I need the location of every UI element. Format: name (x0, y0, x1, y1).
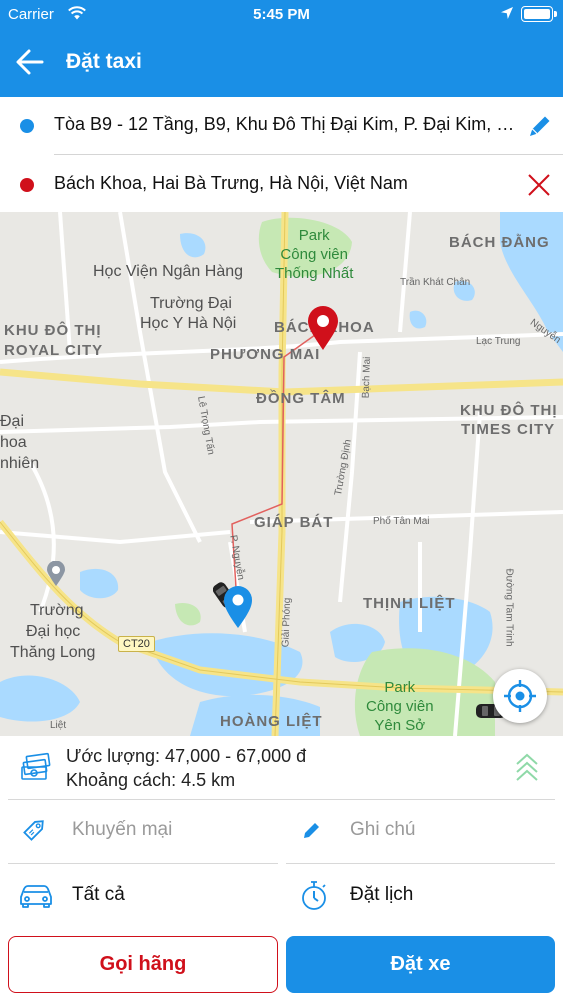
note-label: Ghi chú (350, 819, 416, 840)
map-view[interactable]: BÁCH ĐẰNG KHU ĐÔ THỊ ROYAL CITY BÁCH KHO… (0, 212, 563, 736)
page-title: Đặt taxi (66, 50, 142, 73)
car-icon (18, 879, 54, 916)
arrow-left-icon (16, 49, 44, 75)
tag-icon (20, 814, 50, 849)
schedule-label: Đặt lịch (350, 884, 414, 905)
pickup-dot-icon (20, 119, 34, 133)
poi-marker-icon (46, 560, 66, 592)
call-company-button[interactable]: Gọi hãng (8, 936, 278, 993)
status-bar: Carrier 5:45 PM (0, 0, 563, 30)
map-label-district: ĐỒNG TÂM (256, 390, 346, 407)
map-label-street: Bạch Mai (360, 356, 374, 399)
map-label-district: TIMES CITY (461, 421, 556, 438)
edit-pickup-button[interactable] (522, 109, 556, 143)
promo-label: Khuyến mại (72, 819, 173, 840)
money-icon (20, 752, 52, 787)
my-location-button[interactable] (493, 669, 547, 723)
map-label-place: Trường (30, 602, 84, 619)
map-label-street: Đường Tam Trinh (503, 568, 515, 647)
book-ride-button[interactable]: Đặt xe (286, 936, 555, 993)
pencil-icon (530, 116, 550, 136)
map-label-place: nhiên (0, 455, 40, 472)
destination-dot-icon (20, 178, 34, 192)
map-label-park: Park Công viên Thống Nhất (275, 226, 353, 283)
park-name-label: Thống Nhất (275, 265, 354, 282)
map-label-place: Học Y Hà Nội (140, 315, 237, 332)
park-name-label: Yên Sở (374, 717, 426, 734)
clock: 5:45 PM (253, 6, 310, 23)
divider (8, 863, 278, 864)
map-label-district: ROYAL CITY (4, 342, 104, 359)
destination-address[interactable]: Bách Khoa, Hai Bà Trưng, Hà Nội, Việt Na… (54, 173, 520, 194)
map-label-district: KHU ĐÔ THỊ (4, 322, 102, 339)
map-label-place: hoa (0, 434, 27, 451)
promo-option[interactable]: Khuyến mại (8, 800, 278, 862)
map-label-place: Đại (0, 413, 25, 430)
location-arrow-icon (500, 6, 514, 24)
pickup-address-row[interactable]: Tòa B9 - 12 Tầng, B9, Khu Đô Thị Đại Kim… (0, 97, 563, 153)
destination-pin-icon (306, 305, 340, 356)
pencil-icon (300, 818, 324, 847)
map-label-district: GIÁP BÁT (254, 514, 334, 531)
pickup-pin-icon (222, 584, 254, 635)
pickup-address[interactable]: Tòa B9 - 12 Tầng, B9, Khu Đô Thị Đại Kim… (54, 114, 520, 135)
map-label-street: Liệt (50, 720, 67, 731)
app-header: Carrier 5:45 PM Đặt taxi (0, 0, 563, 97)
map-label-district: HOÀNG LIỆT (220, 713, 323, 730)
map-label-district: THỊNH LIỆT (363, 595, 456, 612)
fare-estimate[interactable]: Ước lượng: 47,000 - 67,000 đ Khoảng cách… (0, 736, 563, 798)
booking-panel: Ước lượng: 47,000 - 67,000 đ Khoảng cách… (0, 736, 563, 1000)
map-label-place: Học Viện Ngân Hàng (93, 263, 244, 280)
park-name-label: Park (298, 227, 330, 244)
map-label-street: Trần Khát Chân (400, 277, 471, 288)
destination-address-row[interactable]: Bách Khoa, Hai Bà Trưng, Hà Nội, Việt Na… (0, 156, 563, 212)
back-button[interactable] (14, 46, 50, 78)
map-label-place: Thăng Long (10, 644, 96, 661)
map-label-park: Park Công viên Yên Sở (366, 678, 434, 735)
close-icon (528, 174, 550, 196)
map-label-district: BÁCH ĐẰNG (449, 234, 550, 251)
note-option[interactable]: Ghi chú (286, 800, 555, 862)
vehicle-label: Tất cả (72, 884, 125, 905)
battery-icon (521, 6, 557, 22)
park-name-label: Park (384, 679, 416, 696)
map-label-street: Phố Tân Mai (373, 516, 430, 527)
address-divider (54, 154, 563, 155)
crosshair-icon (504, 680, 536, 712)
park-name-label: Công viên (366, 698, 434, 715)
vehicle-option[interactable]: Tất cả (8, 865, 278, 927)
map-label-place: Đại học (26, 623, 81, 640)
double-chevron-up-icon[interactable] (514, 750, 540, 787)
clear-destination-button[interactable] (522, 168, 556, 202)
divider (286, 863, 555, 864)
stopwatch-icon (298, 879, 330, 918)
distance-estimate: Khoảng cách: 4.5 km (66, 770, 236, 790)
map-label-place: Trường Đại (150, 295, 232, 312)
map-label-street: Lạc Trung (476, 336, 521, 347)
park-name-label: Công viên (280, 246, 348, 263)
map-label-street: Giải Phóng (280, 597, 294, 648)
schedule-option[interactable]: Đặt lịch (286, 865, 555, 927)
map-label-district: KHU ĐÔ THỊ (460, 402, 558, 419)
price-estimate: Ước lượng: 47,000 - 67,000 đ (66, 746, 307, 766)
road-badge: CT20 (118, 636, 155, 652)
map-label-district: PHƯƠNG MAI (210, 346, 321, 363)
